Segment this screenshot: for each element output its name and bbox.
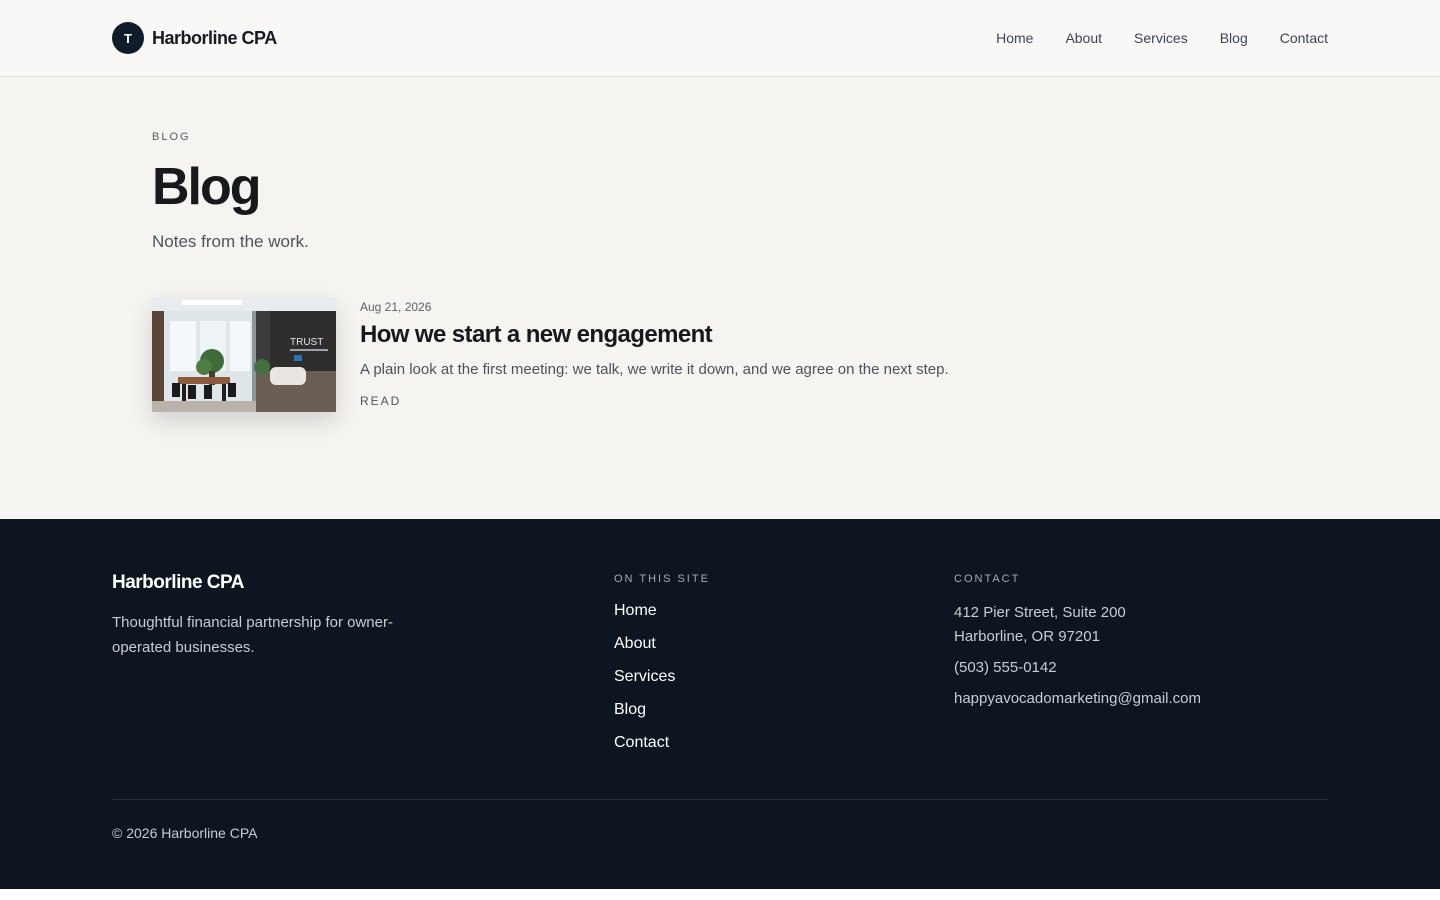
footer-site-heading: ON THIS SITE <box>614 573 710 585</box>
phone-number: (503) 555-0142 <box>954 659 1057 676</box>
footer-link-blog[interactable]: Blog <box>614 701 646 718</box>
footer-link-item: Services <box>614 668 675 701</box>
footer-link-item: Home <box>614 602 675 635</box>
footer-link-item: About <box>614 635 675 668</box>
brand-logo-icon: T <box>112 22 144 54</box>
site-footer: Harborline CPA Thoughtful financial part… <box>0 519 1440 889</box>
post-thumbnail[interactable]: TRUST <box>152 297 336 412</box>
footer-link-item: Contact <box>614 734 675 767</box>
main-nav: Home About Services Blog Contact <box>964 29 1328 47</box>
footer-contact: 412 Pier Street, Suite 200 Harborline, O… <box>954 601 1201 711</box>
page-eyebrow: BLOG <box>152 131 191 143</box>
office-photo-image: TRUST <box>152 297 336 412</box>
main-content: BLOG Blog Notes from the work. TRUST Aug… <box>0 77 1440 519</box>
post-title-link[interactable]: How we start a new engagement <box>360 321 713 349</box>
post-excerpt: A plain look at the first meeting: we ta… <box>360 361 949 378</box>
address-line-1: 412 Pier Street, Suite 200 <box>954 604 1126 621</box>
footer-copyright: © 2026 Harborline CPA <box>112 825 258 841</box>
trust-sign-text: TRUST <box>290 337 323 348</box>
footer-site-links: Home About Services Blog Contact <box>614 602 675 767</box>
nav-about[interactable]: About <box>1065 29 1102 47</box>
footer-divider <box>112 799 1328 800</box>
nav-home[interactable]: Home <box>996 29 1033 47</box>
page-bottom-strip <box>0 889 1440 900</box>
footer-link-home[interactable]: Home <box>614 602 657 619</box>
page-subtitle: Notes from the work. <box>152 232 309 251</box>
footer-link-services[interactable]: Services <box>614 668 675 685</box>
footer-link-item: Blog <box>614 701 675 734</box>
page-title: Blog <box>152 158 262 216</box>
brand-name: Harborline CPA <box>152 27 277 48</box>
footer-tagline: Thoughtful financial partnership for own… <box>112 614 393 656</box>
nav-services[interactable]: Services <box>1134 29 1188 47</box>
site-header: T Harborline CPA Home About Services Blo… <box>0 0 1440 77</box>
read-link[interactable]: READ <box>360 394 401 408</box>
brand-link[interactable]: T Harborline CPA <box>112 22 277 54</box>
footer-brand: Harborline CPA <box>112 572 245 593</box>
nav-blog[interactable]: Blog <box>1220 29 1248 47</box>
blog-post-card: TRUST Aug 21, 2026 How we start a new en… <box>152 297 1152 413</box>
footer-link-contact[interactable]: Contact <box>614 734 669 751</box>
footer-contact-heading: CONTACT <box>954 573 1021 585</box>
nav-contact[interactable]: Contact <box>1280 29 1328 47</box>
email-link[interactable]: happyavocadomarketing@gmail.com <box>954 690 1201 707</box>
post-date: Aug 21, 2026 <box>360 300 432 314</box>
footer-link-about[interactable]: About <box>614 635 656 652</box>
address-line-2: Harborline, OR 97201 <box>954 628 1100 645</box>
